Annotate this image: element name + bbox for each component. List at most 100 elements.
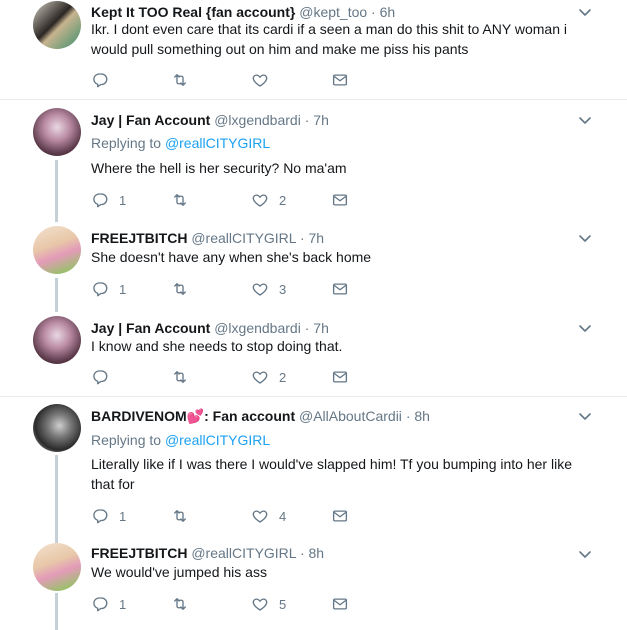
tweet-header: FREEJTBITCH @reallCITYGIRL · 7h <box>91 229 324 247</box>
avatar[interactable] <box>33 1 81 49</box>
reply-button[interactable]: 1 <box>91 279 126 299</box>
chevron-down-icon[interactable] <box>578 5 592 19</box>
direct-message-icon <box>331 595 349 613</box>
separator-dot: · <box>304 112 310 128</box>
tweet[interactable]: FREEJTBITCH @reallCITYGIRL · 8h We would… <box>0 543 627 630</box>
tweet-text: I know and she needs to stop doing that. <box>91 338 343 354</box>
direct-message-icon <box>331 71 349 89</box>
retweet-button[interactable] <box>171 594 199 614</box>
separator-dot: · <box>299 545 305 561</box>
avatar[interactable] <box>33 404 81 452</box>
retweet-icon <box>171 280 189 298</box>
like-icon <box>251 595 269 613</box>
retweet-button[interactable] <box>171 506 199 526</box>
avatar[interactable] <box>33 226 81 274</box>
direct-message-button[interactable] <box>331 70 349 90</box>
separator-dot: · <box>371 4 376 20</box>
avatar[interactable] <box>33 316 81 364</box>
reply-count: 1 <box>119 596 127 612</box>
handle[interactable]: @reallCITYGIRL <box>191 545 296 561</box>
tweet[interactable]: Jay | Fan Account @lxgendbardi · 7h Repl… <box>0 108 627 216</box>
tweet-actions: 1 2 <box>91 190 361 210</box>
reply-icon <box>91 368 109 386</box>
display-name[interactable]: FREEJTBITCH <box>91 545 187 561</box>
reply-icon <box>91 71 109 89</box>
handle[interactable]: @reallCITYGIRL <box>191 230 296 246</box>
like-count: 4 <box>279 508 287 524</box>
reply-button[interactable]: 1 <box>91 594 126 614</box>
like-count: 2 <box>279 369 287 385</box>
replying-to: Replying to @reallCITYGIRL <box>91 134 270 152</box>
retweet-icon <box>171 191 189 209</box>
display-name[interactable]: Kept It TOO Real {fan account} <box>91 4 295 20</box>
avatar[interactable] <box>33 543 81 591</box>
chevron-down-icon[interactable] <box>578 231 592 245</box>
retweet-button[interactable] <box>171 279 199 299</box>
replying-to-link[interactable]: @reallCITYGIRL <box>165 135 270 151</box>
chevron-down-icon[interactable] <box>578 321 592 335</box>
handle[interactable]: @kept_too <box>299 4 367 20</box>
direct-message-button[interactable] <box>331 506 349 526</box>
tweet-header: FREEJTBITCH @reallCITYGIRL · 8h <box>91 544 324 562</box>
chevron-down-icon[interactable] <box>578 409 592 423</box>
reply-count: 1 <box>119 281 127 297</box>
display-name[interactable]: BARDIVENOM💕: Fan account <box>91 408 295 424</box>
direct-message-button[interactable] <box>331 594 349 614</box>
tweet-text: Ikr. I dont even care that its cardi if … <box>91 21 567 57</box>
timestamp[interactable]: 7h <box>309 230 325 246</box>
like-button[interactable]: 4 <box>251 506 286 526</box>
direct-message-icon <box>331 368 349 386</box>
reply-button[interactable] <box>91 367 119 387</box>
tweet-actions: 1 5 <box>91 594 361 614</box>
like-button[interactable] <box>251 70 279 90</box>
tweet-text: She doesn't have any when she's back hom… <box>91 249 372 265</box>
retweet-button[interactable] <box>171 190 199 210</box>
retweet-button[interactable] <box>171 367 199 387</box>
separator-dot: · <box>405 408 411 424</box>
retweet-button[interactable] <box>171 70 199 90</box>
handle[interactable]: @lxgendbardi <box>214 112 301 128</box>
tweet[interactable]: Kept It TOO Real {fan account} @kept_too… <box>0 0 627 100</box>
avatar[interactable] <box>33 108 81 156</box>
retweet-icon <box>171 507 189 525</box>
divider <box>0 99 627 100</box>
tweet-header: Jay | Fan Account @lxgendbardi · 7h <box>91 111 329 129</box>
direct-message-icon <box>331 507 349 525</box>
tweet-actions: 1 3 <box>91 279 361 299</box>
tweet-header: BARDIVENOM💕: Fan account @AllAboutCardii… <box>91 407 430 425</box>
tweet[interactable]: Jay | Fan Account @lxgendbardi · 7h I kn… <box>0 316 627 396</box>
direct-message-button[interactable] <box>331 279 349 299</box>
display-name[interactable]: FREEJTBITCH <box>91 230 187 246</box>
separator-dot: · <box>299 230 305 246</box>
retweet-icon <box>171 368 189 386</box>
display-name[interactable]: Jay | Fan Account <box>91 112 210 128</box>
replying-to: Replying to @reallCITYGIRL <box>91 431 270 449</box>
handle[interactable]: @lxgendbardi <box>214 320 301 336</box>
direct-message-icon <box>331 191 349 209</box>
like-button[interactable]: 3 <box>251 279 286 299</box>
reply-button[interactable]: 1 <box>91 190 126 210</box>
chevron-down-icon[interactable] <box>578 547 592 561</box>
like-icon <box>251 71 269 89</box>
direct-message-button[interactable] <box>331 367 349 387</box>
timestamp[interactable]: 7h <box>313 112 329 128</box>
like-count: 5 <box>279 596 287 612</box>
reply-button[interactable]: 1 <box>91 506 126 526</box>
reply-icon <box>91 595 109 613</box>
timestamp[interactable]: 6h <box>380 4 396 20</box>
tweet-header: Jay | Fan Account @lxgendbardi · 7h <box>91 319 329 337</box>
tweet[interactable]: BARDIVENOM💕: Fan account @AllAboutCardii… <box>0 404 627 534</box>
chevron-down-icon[interactable] <box>578 113 592 127</box>
like-button[interactable]: 5 <box>251 594 286 614</box>
replying-to-link[interactable]: @reallCITYGIRL <box>165 432 270 448</box>
timestamp[interactable]: 7h <box>313 320 329 336</box>
handle[interactable]: @AllAboutCardii <box>299 408 402 424</box>
timestamp[interactable]: 8h <box>414 408 430 424</box>
direct-message-button[interactable] <box>331 190 349 210</box>
like-button[interactable]: 2 <box>251 190 286 210</box>
timestamp[interactable]: 8h <box>309 545 325 561</box>
display-name[interactable]: Jay | Fan Account <box>91 320 210 336</box>
tweet[interactable]: FREEJTBITCH @reallCITYGIRL · 7h She does… <box>0 226 627 308</box>
like-button[interactable]: 2 <box>251 367 286 387</box>
reply-button[interactable] <box>91 70 119 90</box>
